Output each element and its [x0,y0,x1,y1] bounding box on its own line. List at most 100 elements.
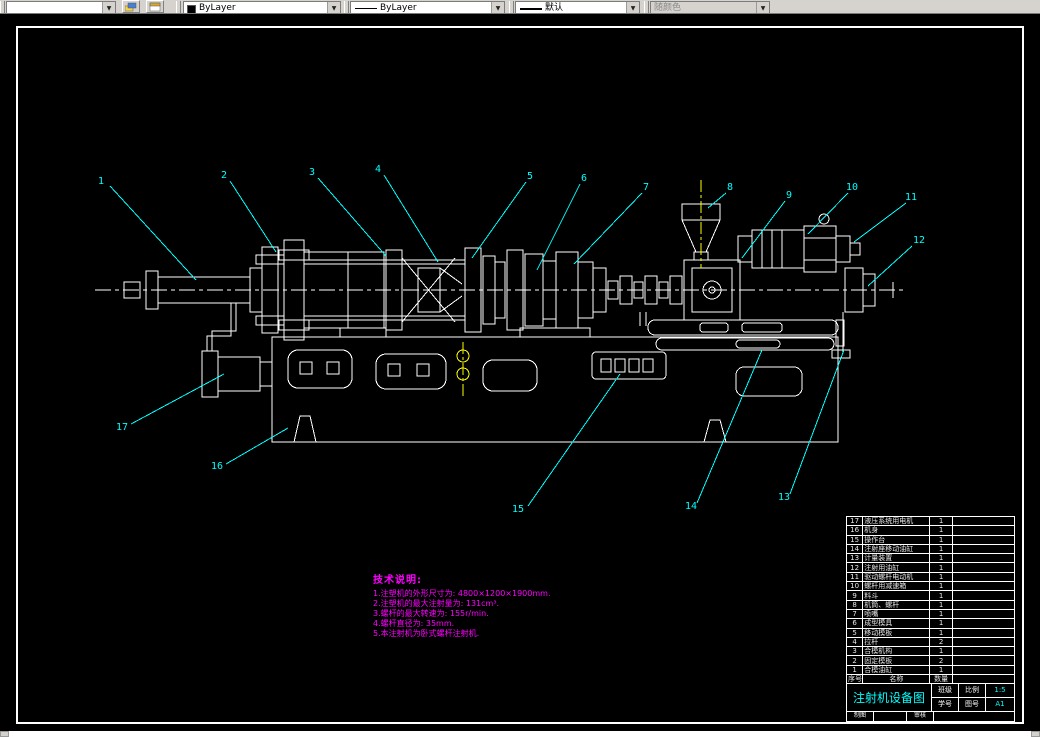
toolbar-grip[interactable] [176,1,181,13]
bom-cell-qty: 1 [929,515,953,527]
scroll-nub[interactable] [0,731,9,737]
title-block-sheet-label: 图号 [959,697,986,712]
bom-header-no: 序号 [845,674,864,685]
chevron-down-icon[interactable]: ▼ [327,2,340,13]
bom-cell-no: 13 [845,553,864,564]
bom-cell-no: 10 [845,581,864,592]
plot-style-control-value: 随颜色 [654,3,682,13]
color-control-value: ByLayer [199,3,236,13]
callout-label: 5 [527,171,533,182]
bom-row: 13 计量装置 1 [845,553,1016,564]
leader-lines [109,174,913,507]
bom-cell-remark [951,618,1016,629]
linetype-glyph-icon [355,8,377,9]
bottom-scroll-strip[interactable] [0,731,1040,737]
bom-cell-no: 12 [845,562,864,573]
toolbar-grip[interactable] [644,1,649,13]
bom-row: 11 驱动螺杆电动机 1 [845,571,1016,583]
title-block-scale-label: 比例 [959,684,986,698]
properties-toolbar: ▼ ByLayer ▼ ByLayer ▼ 默认 ▼ 随颜色 ▼ [0,0,1040,14]
bom-cell-qty: 1 [929,590,953,601]
bom-cell-name: 机身 [862,525,931,536]
bom-row: 7 喷嘴 1 [845,608,1016,620]
callout-label: 2 [221,170,227,181]
drawing-title: 注射机设备图 [847,684,932,712]
bom-header-name: 名称 [862,674,931,685]
bom-cell-qty: 1 [929,646,953,657]
bom-cell-remark [951,515,1016,527]
bom-cell-name: 合模机构 [862,646,931,657]
bom-table: 17 液压系统用电机 1 16 机身 1 15 操作台 1 14 注射座移动油缸 1 13 计量装置 1 12… [845,515,1016,685]
toolbar-grip[interactable] [509,1,514,13]
title-block-draw-value [874,712,907,722]
title-block-sheet-value: A1 [995,699,1005,708]
bom-cell-qty: 1 [929,534,953,545]
bom-cell-remark [951,543,1016,555]
chevron-down-icon: ▼ [756,2,769,13]
bom-cell-remark [951,636,1016,648]
title-block-scale-value: 1:5 [986,684,1014,698]
bom-body: 17 液压系统用电机 1 16 机身 1 15 操作台 1 14 注射座移动油缸 1 13 计量装置 1 12… [845,515,1016,676]
bom-row: 4 拉杆 2 [845,636,1016,648]
scroll-nub[interactable] [1031,731,1040,737]
bom-cell-name: 操作台 [862,534,931,545]
bom-cell-name: 移动模板 [862,627,931,638]
chevron-down-icon[interactable]: ▼ [102,2,115,13]
bom-cell-no: 4 [845,636,864,648]
callout-label: 9 [786,190,792,201]
layer-combo[interactable]: ▼ [6,1,116,13]
bom-cell-remark [951,590,1016,601]
bom-cell-name: 注射座移动油缸 [862,543,931,555]
title-block-draw-label: 制图 [847,712,874,722]
bom-cell-no: 16 [845,525,864,536]
lineweight-control-combo[interactable]: 默认 ▼ [515,1,640,13]
bom-cell-qty: 1 [929,608,953,620]
bom-row: 2 固定模板 2 [845,655,1016,666]
bom-cell-remark [951,608,1016,620]
toolbar-grip[interactable] [344,1,349,13]
chevron-down-icon[interactable]: ▼ [626,2,639,13]
bom-cell-name: 合模油缸 [862,664,931,676]
make-layer-current-icon-button[interactable] [146,0,164,13]
bom-cell-qty: 2 [929,655,953,666]
callout-label: 15 [512,504,524,515]
callout-label: 12 [913,235,925,246]
bom-row: 3 合模机构 1 [845,646,1016,657]
bom-cell-remark [951,581,1016,592]
bom-cell-remark [951,571,1016,583]
callout-label: 4 [375,164,381,175]
bom-row: 6 成型模具 1 [845,618,1016,629]
bom-row: 1 合模油缸 1 [845,664,1016,676]
chevron-down-icon[interactable]: ▼ [491,2,504,13]
callout-label: 6 [581,173,587,184]
bom-cell-qty: 1 [929,571,953,583]
bom-cell-remark [951,627,1016,638]
callout-label: 7 [643,182,649,193]
bom-cell-qty: 1 [929,562,953,573]
bom-cell-no: 1 [845,664,864,676]
notes-line: 4.螺杆直径为: 35mm. [373,619,455,628]
bom-cell-name: 料斗 [862,590,931,601]
bom-row: 14 注射座移动油缸 1 [845,543,1016,555]
bom-cell-qty: 2 [929,636,953,648]
callout-label: 13 [778,492,790,503]
color-swatch-icon [187,5,196,13]
bom-cell-no: 3 [845,646,864,657]
title-block-check-value [934,712,1014,721]
bom-cell-name: 喷嘴 [862,608,931,620]
layer-properties-icon-button[interactable] [122,0,140,13]
bom-cell-remark [951,562,1016,573]
technical-notes: 技术说明: 1.注塑机的外形尺寸为: 4800×1200×1900mm. 2.注… [373,571,550,639]
bom-row: 10 螺杆用减速箱 1 [845,581,1016,592]
linetype-control-combo[interactable]: ByLayer ▼ [350,1,505,13]
bom-cell-remark [951,553,1016,564]
toolbar-grip[interactable] [0,1,5,13]
callout-label: 10 [846,182,858,193]
title-block-check-label: 审核 [907,712,934,722]
color-control-combo[interactable]: ByLayer ▼ [183,1,341,13]
bom-cell-qty: 1 [929,618,953,629]
bom-cell-name: 驱动螺杆电动机 [862,571,931,583]
bom-cell-qty: 1 [929,627,953,638]
bom-cell-qty: 1 [929,599,953,610]
bom-cell-no: 8 [845,599,864,610]
